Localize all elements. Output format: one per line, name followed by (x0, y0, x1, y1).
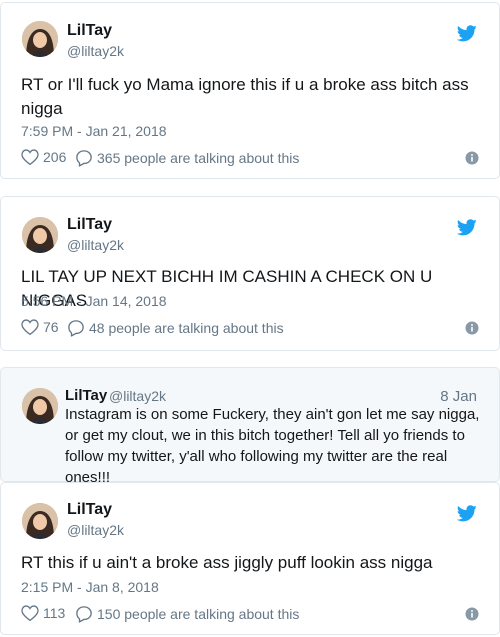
like-count: 206 (43, 149, 67, 165)
speech-bubble-icon (76, 606, 92, 623)
talking-about: 150 people are talking about this (97, 606, 300, 622)
reply-button[interactable]: 48 people are talking about this (67, 319, 284, 337)
like-count: 76 (43, 319, 59, 335)
like-count: 113 (43, 605, 66, 621)
tweet-card[interactable]: LilTay @liltay2k 8 Jan Instagram is on s… (0, 367, 500, 486)
heart-icon (21, 319, 39, 335)
talking-about: 365 people are talking about this (97, 150, 300, 166)
info-icon[interactable] (465, 607, 479, 621)
heart-icon (21, 605, 39, 621)
avatar[interactable] (22, 217, 58, 253)
tweet-timestamp[interactable]: 5:56 PM - Jan 14, 2018 (21, 293, 167, 309)
tweet-card[interactable]: LilTay @liltay2k RT or I'll fuck yo Mama… (0, 2, 500, 179)
tweet-text: Instagram is on some Fuckery, they ain't… (65, 406, 480, 486)
reply-button[interactable]: 150 people are talking about this (75, 605, 299, 623)
speech-bubble-icon (68, 320, 84, 337)
author-handle[interactable]: @liltay2k (67, 43, 124, 59)
tweet-text: RT or I'll fuck yo Mama ignore this if u… (21, 75, 469, 118)
author-name[interactable]: LilTay (67, 501, 112, 519)
speech-bubble-icon (76, 150, 92, 167)
like-button[interactable]: 113 (21, 605, 65, 621)
tweet-text: RT this if u ain't a broke ass jiggly pu… (21, 553, 433, 572)
author-handle[interactable]: @liltay2k (109, 388, 166, 404)
twitter-bird-icon[interactable] (457, 505, 477, 522)
tweet-card[interactable]: LilTay @liltay2k RT this if u ain't a br… (0, 482, 500, 635)
author-handle[interactable]: @liltay2k (67, 237, 124, 253)
talking-about: 48 people are talking about this (89, 320, 284, 336)
tweet-date[interactable]: 8 Jan (440, 388, 477, 405)
twitter-bird-icon[interactable] (457, 219, 477, 236)
like-button[interactable]: 76 (21, 319, 59, 335)
tweet-timestamp[interactable]: 7:59 PM - Jan 21, 2018 (21, 123, 167, 139)
heart-icon (21, 149, 39, 165)
avatar[interactable] (22, 21, 58, 57)
tweet-actions: 206 365 people are talking about this (21, 149, 479, 169)
twitter-bird-icon[interactable] (457, 25, 477, 42)
avatar[interactable] (22, 503, 58, 539)
tweet-timestamp[interactable]: 2:15 PM - Jan 8, 2018 (21, 579, 159, 595)
info-icon[interactable] (465, 151, 479, 165)
avatar[interactable] (22, 388, 58, 424)
info-icon[interactable] (465, 321, 479, 335)
author-handle[interactable]: @liltay2k (67, 522, 124, 538)
author-name[interactable]: LilTay (65, 387, 107, 404)
tweet-card[interactable]: LilTay @liltay2k LIL TAY UP NEXT BICHH I… (0, 196, 500, 351)
tweet-actions: 76 48 people are talking about this (21, 319, 479, 339)
tweet-actions: 113 150 people are talking about this (21, 605, 479, 625)
author-name[interactable]: LilTay (67, 216, 112, 234)
reply-button[interactable]: 365 people are talking about this (75, 149, 299, 167)
like-button[interactable]: 206 (21, 149, 66, 165)
author-name[interactable]: LilTay (67, 22, 112, 40)
